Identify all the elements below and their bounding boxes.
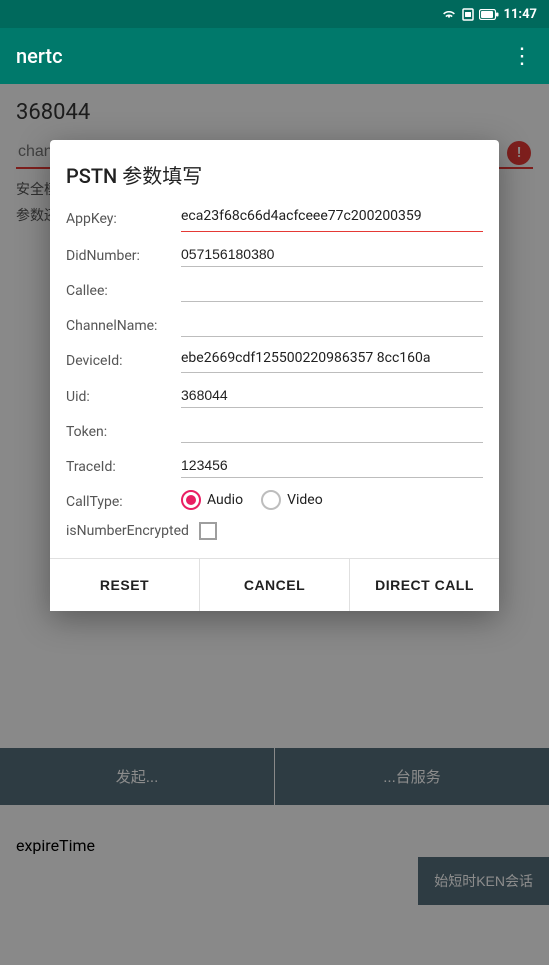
cancel-button[interactable]: CANCEL [200,559,350,611]
encrypt-label: isNumberEncrypted [66,523,189,539]
appkey-field: AppKey: eca23f68c66d4acfceee77c200200359 [66,207,483,232]
appkey-label: AppKey: [66,207,181,227]
didnumber-label: DidNumber: [66,244,181,264]
token-input[interactable] [181,420,483,443]
calltype-row: CallType: Audio Video [66,490,483,510]
appkey-value: eca23f68c66d4acfceee77c200200359 [181,207,483,232]
didnumber-field: DidNumber: [66,244,483,267]
callee-field: Callee: [66,279,483,302]
callee-label: Callee: [66,279,181,299]
uid-input[interactable] [181,385,483,408]
dialog-buttons: RESET CANCEL DIRECT CALL [50,558,499,611]
callee-input[interactable] [181,279,483,302]
encrypt-row: isNumberEncrypted [66,522,483,540]
battery-icon [479,9,499,20]
uid-label: Uid: [66,385,181,405]
token-label: Token: [66,420,181,440]
traceid-input[interactable] [181,455,483,478]
app-title: nertc [16,44,63,68]
deviceid-field: DeviceId: ebe2669cdf125500220986357 8cc1… [66,349,483,374]
reset-button[interactable]: RESET [50,559,200,611]
wifi-icon [441,8,457,20]
radio-video-label: Video [287,492,323,508]
radio-audio-circle [181,490,201,510]
channelname-input[interactable] [181,314,483,337]
radio-video[interactable]: Video [261,490,323,510]
status-bar: 11:47 [0,0,549,28]
channelname-field: ChannelName: [66,314,483,337]
menu-button[interactable]: ⋮ [511,44,533,69]
radio-group: Audio Video [181,490,323,510]
app-bar: nertc ⋮ [0,28,549,84]
encrypt-checkbox[interactable] [199,522,217,540]
status-icons: 11:47 [441,7,538,22]
traceid-label: TraceId: [66,455,181,475]
deviceid-value: ebe2669cdf125500220986357 8cc160a [181,349,483,374]
direct-call-button[interactable]: DIRECT CALL [350,559,499,611]
deviceid-label: DeviceId: [66,349,181,369]
channelname-label: ChannelName: [66,314,181,334]
radio-audio-dot [186,495,196,505]
token-field: Token: [66,420,483,443]
calltype-label: CallType: [66,490,181,510]
status-time: 11:47 [504,7,538,22]
uid-field: Uid: [66,385,483,408]
dialog: PSTN 参数填写 AppKey: eca23f68c66d4acfceee77… [50,140,499,611]
traceid-field: TraceId: [66,455,483,478]
didnumber-input[interactable] [181,244,483,267]
radio-video-circle [261,490,281,510]
dialog-title: PSTN 参数填写 [66,160,483,189]
radio-audio[interactable]: Audio [181,490,243,510]
sim-icon [462,7,474,21]
radio-audio-label: Audio [207,492,243,508]
